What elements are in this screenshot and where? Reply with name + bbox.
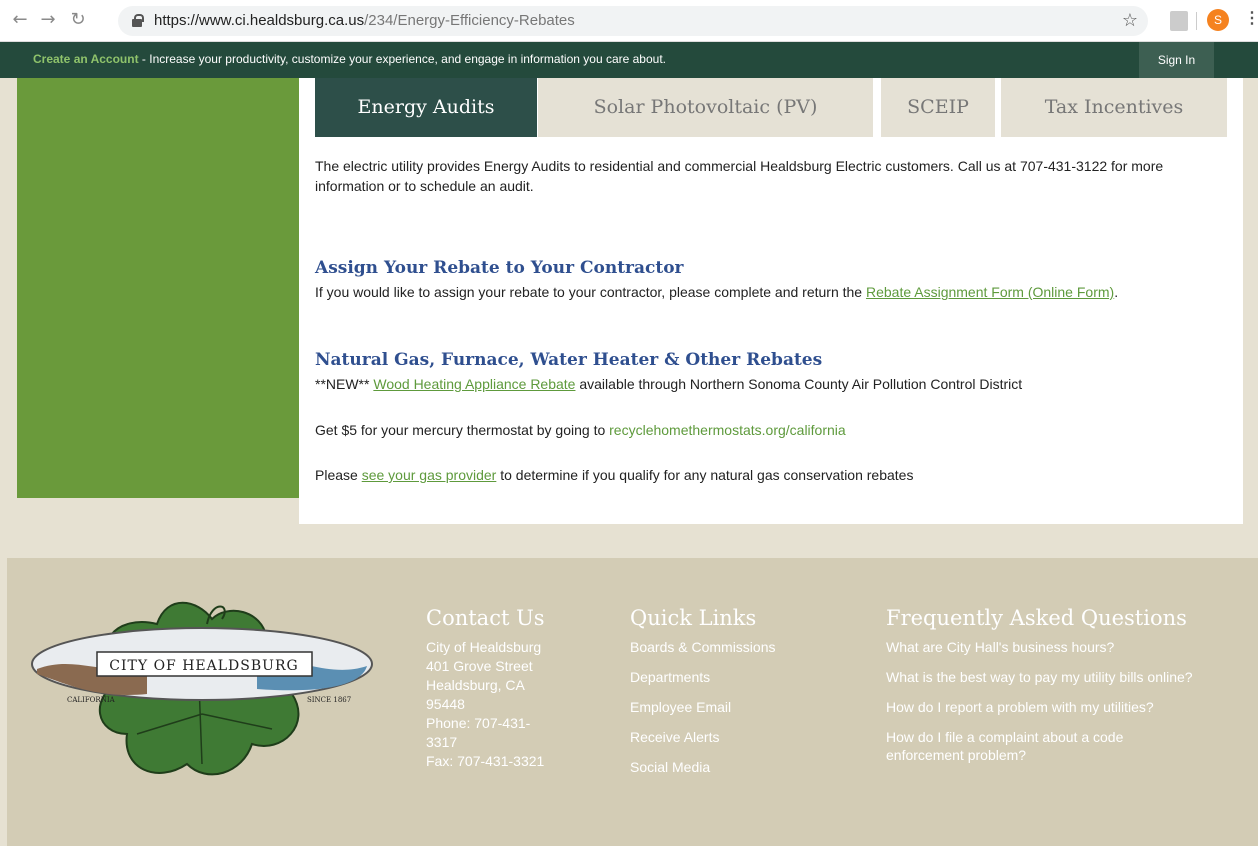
faq-item[interactable]: What are City Hall's business hours? [886,638,1246,656]
provider-text-before: Please [315,467,362,483]
recycle-thermostats-link[interactable]: recyclehomethermostats.org/california [609,422,846,438]
energy-audits-intro: The electric utility provides Energy Aud… [315,158,1164,194]
contact-line: 95448 [426,696,465,712]
assign-rebate-heading: Assign Your Rebate to Your Contractor [315,258,684,278]
tab-tax-incentives[interactable]: Tax Incentives [1001,78,1227,137]
account-message: Create an Account - Increase your produc… [33,52,666,66]
back-arrow-icon[interactable]: ← [8,8,32,32]
contact-line: Fax: 707-431-3321 [426,753,545,769]
logo-city-name: CITY OF HEALDSBURG [109,658,298,674]
account-bar: Create an Account - Increase your produc… [0,42,1258,78]
new-prefix: **NEW** [315,376,374,392]
contact-us-heading: Contact Us [426,606,545,630]
quick-link-employee-email[interactable]: Employee Email [630,698,850,716]
assign-rebate-text: If you would like to assign your rebate … [315,282,1227,302]
quick-link-social-media[interactable]: Social Media [630,758,850,776]
provider-text-after: to determine if you qualify for any natu… [496,467,914,483]
new-suffix: available through Northern Sonoma County… [575,376,1023,392]
tab-solar-pv[interactable]: Solar Photovoltaic (PV) [538,78,873,137]
sign-in-button[interactable]: Sign In [1139,42,1214,78]
main-content: Energy Audits Solar Photovoltaic (PV) SC… [299,78,1243,524]
contact-us-section: Contact Us City of Healdsburg 401 Grove … [426,606,576,771]
contact-line: Healdsburg, CA [426,677,525,693]
create-account-link[interactable]: Create an Account [33,52,139,66]
thermostat-text: Get $5 for your mercury thermostat by go… [315,422,610,438]
tab-sceip[interactable]: SCEIP [881,78,995,137]
url-host: https://www.ci.healdsburg.ca.us [154,12,365,29]
gas-provider-note: Please see your gas provider to determin… [315,465,1227,485]
faq-item[interactable]: How do I file a complaint about a code e… [886,728,1186,764]
faq-item[interactable]: How do I report a problem with my utilit… [886,698,1246,716]
faq-heading: Frequently Asked Questions [886,606,1187,630]
account-tagline: - Increase your productivity, customize … [138,52,666,66]
profile-avatar[interactable]: S [1207,9,1229,31]
quick-links-section: Quick Links Boards & Commissions Departm… [630,606,850,788]
browser-toolbar: ← → ↻ https://www.ci.healdsburg.ca.us/23… [0,0,1258,42]
wood-heating-note: **NEW** Wood Heating Appliance Rebate av… [315,374,1227,394]
quick-link-boards[interactable]: Boards & Commissions [630,638,850,656]
rebate-assignment-form-link[interactable]: Rebate Assignment Form (Online Form) [866,284,1114,300]
url-path: /234/Energy-Efficiency-Rebates [364,12,575,29]
contact-line: City of Healdsburg [426,639,542,655]
assign-text-before: If you would like to assign your rebate … [315,284,866,300]
thermostat-note: Get $5 for your mercury thermostat by go… [315,420,1227,440]
quick-links-heading: Quick Links [630,606,757,630]
bookmark-star-icon[interactable]: ☆ [1122,10,1138,31]
gas-rebates-heading: Natural Gas, Furnace, Water Heater & Oth… [315,350,823,370]
address-bar[interactable]: https://www.ci.healdsburg.ca.us/234/Ener… [118,6,1148,36]
assign-text-after: . [1114,284,1119,300]
toolbar-divider [1196,12,1197,30]
quick-link-departments[interactable]: Departments [630,668,850,686]
logo-since: SINCE 1867 [307,696,351,704]
lock-icon [132,14,144,27]
sidebar-panel [17,78,299,498]
forward-arrow-icon[interactable]: → [36,8,60,32]
url-text[interactable]: https://www.ci.healdsburg.ca.us/234/Ener… [154,12,575,29]
quick-link-receive-alerts[interactable]: Receive Alerts [630,728,850,746]
tab-energy-audits[interactable]: Energy Audits [315,78,537,137]
contact-line: 3317 [426,734,458,750]
contact-line: 401 Grove Street [426,658,533,674]
pdf-extension-icon[interactable] [1170,11,1188,31]
gas-provider-link[interactable]: see your gas provider [362,467,497,483]
faq-section: Frequently Asked Questions What are City… [886,606,1246,776]
menu-dots-icon[interactable]: ⋮ [1244,8,1258,28]
wood-heating-rebate-link[interactable]: Wood Heating Appliance Rebate [373,376,575,392]
reload-icon[interactable]: ↻ [66,8,90,32]
faq-item[interactable]: What is the best way to pay my utility b… [886,668,1246,686]
site-footer: CITY OF HEALDSBURG CALIFORNIA SINCE 1867… [7,558,1258,846]
logo-state: CALIFORNIA [67,696,116,704]
contact-line: Phone: 707-431- [426,715,531,731]
city-seal-logo[interactable]: CITY OF HEALDSBURG CALIFORNIA SINCE 1867 [27,584,377,784]
